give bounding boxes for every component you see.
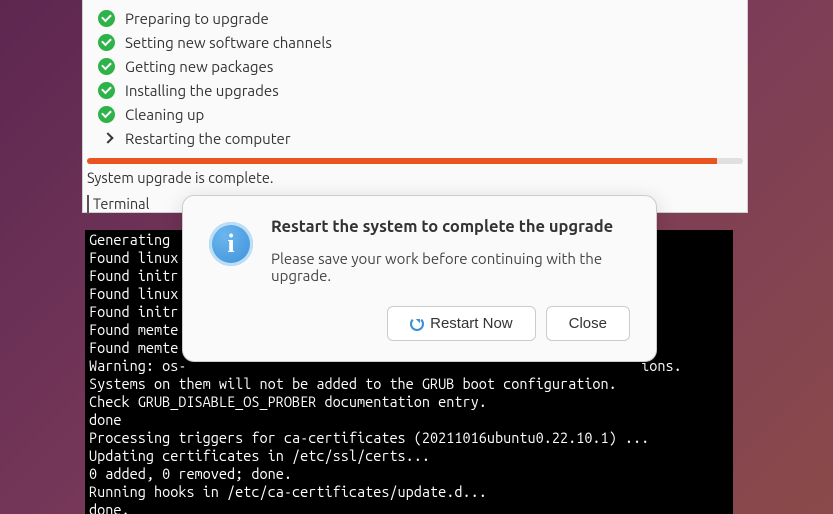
step-restarting: Restarting the computer	[97, 126, 733, 150]
check-icon	[97, 105, 115, 123]
restart-dialog: i Restart the system to complete the upg…	[182, 195, 657, 362]
upgrade-steps: Preparing to upgrade Setting new softwar…	[83, 0, 747, 154]
step-label: Restarting the computer	[125, 130, 291, 147]
chevron-right-icon	[97, 129, 115, 147]
restart-button-label: Restart Now	[430, 315, 513, 332]
step-getting: Getting new packages	[97, 54, 733, 78]
restart-now-button[interactable]: Restart Now	[387, 306, 536, 341]
close-button[interactable]: Close	[546, 306, 630, 341]
check-icon	[97, 81, 115, 99]
upgrade-window: Preparing to upgrade Setting new softwar…	[82, 0, 748, 213]
step-label: Getting new packages	[125, 58, 273, 75]
info-icon: i	[209, 222, 253, 266]
close-button-label: Close	[569, 315, 607, 332]
check-icon	[97, 33, 115, 51]
chevron-down-icon	[87, 195, 89, 212]
dialog-buttons: Restart Now Close	[271, 306, 630, 341]
dialog-body: Restart the system to complete the upgra…	[271, 218, 630, 341]
refresh-icon	[410, 317, 424, 331]
dialog-text: Please save your work before continuing …	[271, 250, 630, 284]
status-text: System upgrade is complete.	[83, 164, 747, 191]
dialog-title: Restart the system to complete the upgra…	[271, 218, 630, 236]
step-installing: Installing the upgrades	[97, 78, 733, 102]
step-cleaning: Cleaning up	[97, 102, 733, 126]
check-icon	[97, 57, 115, 75]
step-label: Installing the upgrades	[125, 82, 279, 99]
step-label: Setting new software channels	[125, 34, 332, 51]
terminal-toggle-label: Terminal	[93, 195, 149, 212]
step-label: Cleaning up	[125, 106, 204, 123]
step-preparing: Preparing to upgrade	[97, 6, 733, 30]
step-channels: Setting new software channels	[97, 30, 733, 54]
check-icon	[97, 9, 115, 27]
step-label: Preparing to upgrade	[125, 10, 269, 27]
